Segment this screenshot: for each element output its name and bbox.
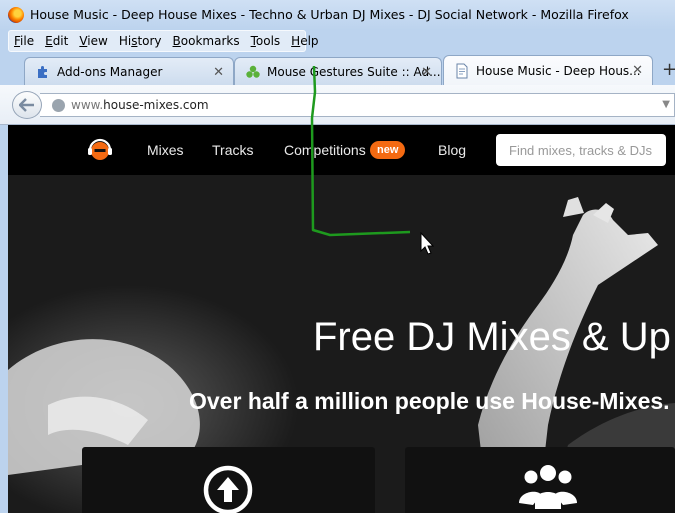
url-bar[interactable]: www.house-mixes.com ▼ <box>40 93 675 117</box>
hero-section: Free DJ Mixes & Up Over half a million p… <box>8 175 675 513</box>
search-input[interactable] <box>496 134 666 166</box>
hero-title: Free DJ Mixes & Up <box>313 315 671 359</box>
menu-edit[interactable]: Edit <box>45 34 68 48</box>
tab-label: House Music - Deep Hous... <box>476 63 641 78</box>
mouse-cursor-icon <box>420 232 434 255</box>
back-button[interactable] <box>12 91 42 119</box>
gesture-addon-icon <box>246 65 260 78</box>
community-card[interactable] <box>405 447 675 513</box>
firefox-logo-icon <box>8 7 24 23</box>
page-icon <box>456 63 468 78</box>
nav-mixes-link[interactable]: Mixes <box>147 142 184 158</box>
puzzle-icon <box>38 65 47 78</box>
close-tab-icon[interactable]: ✕ <box>213 65 224 80</box>
new-tab-button[interactable]: + <box>662 59 675 80</box>
nav-tracks-link[interactable]: Tracks <box>212 142 253 158</box>
upload-icon <box>203 465 253 513</box>
new-badge: new <box>370 141 406 159</box>
menu-view[interactable]: View <box>79 34 107 48</box>
menu-tools[interactable]: Tools <box>251 34 281 48</box>
house-mixes-logo-icon[interactable] <box>86 136 114 164</box>
navigation-bar: www.house-mixes.com ▼ <box>0 85 675 125</box>
window-title: House Music - Deep House Mixes - Techno … <box>30 7 629 22</box>
close-tab-icon[interactable]: ✕ <box>421 65 432 80</box>
menu-bookmarks[interactable]: Bookmarks <box>173 34 240 48</box>
hero-subtitle: Over half a million people use House-Mix… <box>189 388 670 414</box>
upload-card[interactable] <box>82 447 375 513</box>
nav-competitions-link[interactable]: Competitions <box>284 142 366 158</box>
menu-history[interactable]: History <box>119 34 162 48</box>
tab-addons-manager[interactable]: Add-ons Manager ✕ <box>24 57 234 85</box>
site-navbar: Mixes Tracks Competitions new Blog <box>8 125 675 175</box>
users-icon <box>519 465 577 509</box>
window-titlebar: House Music - Deep House Mixes - Techno … <box>0 0 675 30</box>
nav-blog-link[interactable]: Blog <box>438 142 466 158</box>
tab-house-music[interactable]: House Music - Deep Hous... ✕ <box>443 55 653 85</box>
menu-file[interactable]: File <box>14 34 34 48</box>
tab-strip: Add-ons Manager ✕ Mouse Gestures Suite :… <box>0 55 675 85</box>
menu-help[interactable]: Help <box>291 34 318 48</box>
back-arrow-icon <box>19 98 34 112</box>
close-tab-icon[interactable]: ✕ <box>632 63 643 78</box>
web-page: Mixes Tracks Competitions new Blog Find … <box>8 125 675 513</box>
globe-icon <box>52 98 65 112</box>
tab-label: Add-ons Manager <box>57 64 163 79</box>
tab-label: Mouse Gestures Suite :: Ad... <box>267 64 441 79</box>
dropdown-arrow-icon[interactable]: ▼ <box>662 99 670 110</box>
tab-mouse-gestures[interactable]: Mouse Gestures Suite :: Ad... ✕ <box>234 57 442 85</box>
menu-bar: File Edit View History Bookmarks Tools H… <box>8 30 319 52</box>
url-text: www.house-mixes.com <box>71 98 209 112</box>
